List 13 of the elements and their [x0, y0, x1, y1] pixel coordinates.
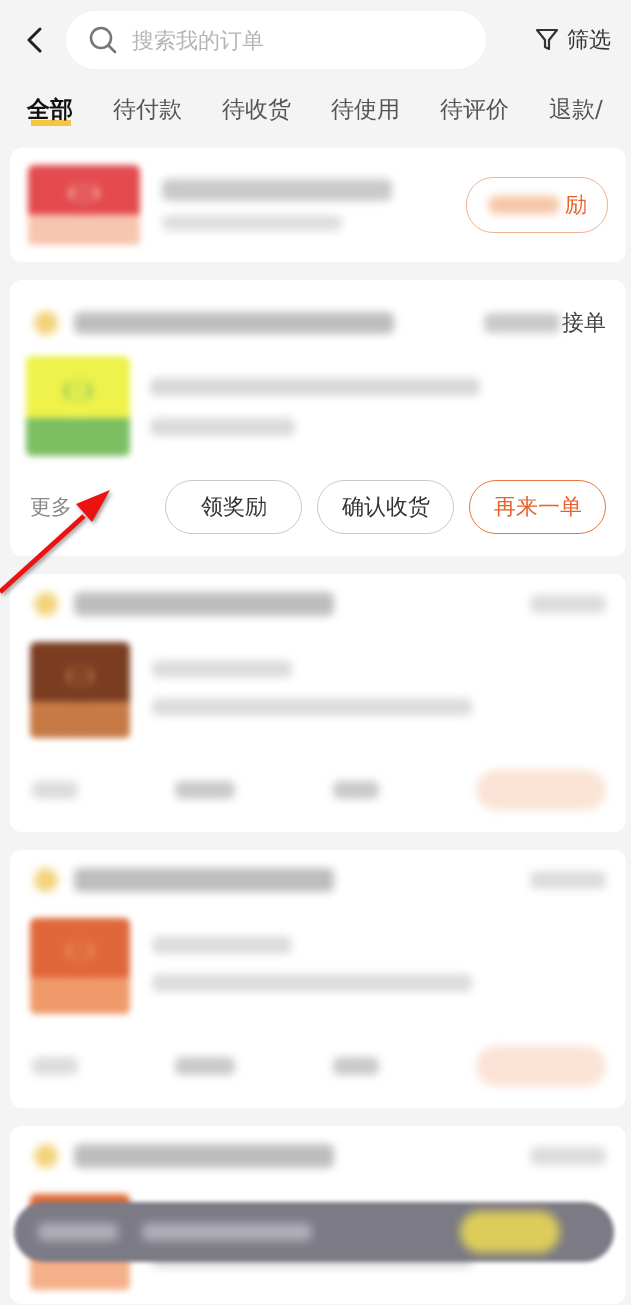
order-status: 接单 — [562, 309, 606, 337]
action-button[interactable]: 再来一单 — [469, 480, 606, 534]
search-field[interactable]: 搜索我的订单 — [66, 11, 486, 69]
reward-button[interactable]: 励 — [466, 177, 608, 233]
action-button[interactable]: 领奖励 — [165, 480, 302, 534]
filter-button[interactable]: 筛选 — [535, 25, 611, 55]
tab[interactable]: 退款/ — [549, 92, 603, 126]
tab[interactable]: 待使用 — [331, 92, 400, 126]
tab[interactable]: 待评价 — [440, 92, 509, 126]
action-button[interactable]: 确认收货 — [317, 480, 454, 534]
more-link[interactable]: 更多 — [30, 493, 72, 521]
tab[interactable]: 待付款 — [113, 92, 182, 126]
tab[interactable]: 待收货 — [222, 92, 291, 126]
